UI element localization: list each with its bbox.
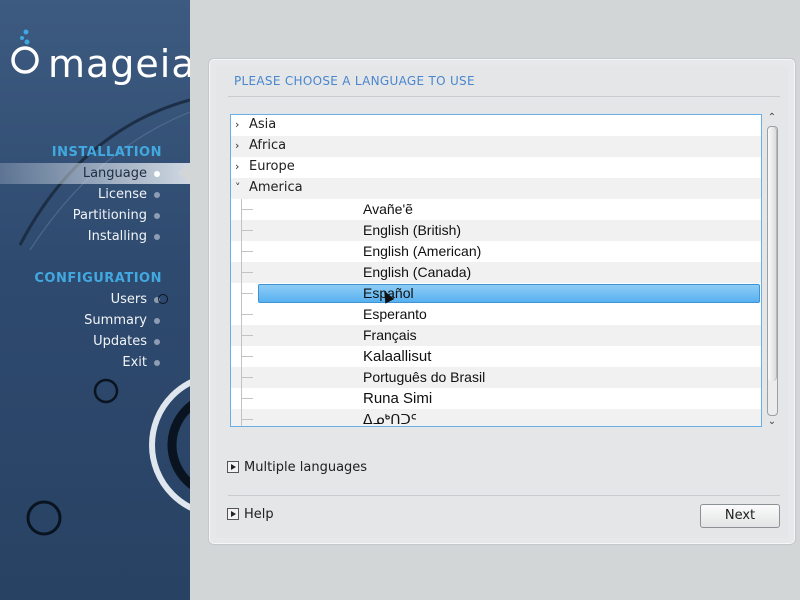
- language-item[interactable]: English (Canada): [231, 262, 761, 283]
- help-label: Help: [244, 507, 274, 522]
- tree-row-label: Africa: [249, 138, 287, 153]
- tree-guide-tick: [241, 335, 253, 336]
- sidebar-item-label: Language: [82, 166, 147, 181]
- expand-triangle-icon[interactable]: [227, 508, 239, 520]
- tree-guide-tick: [241, 272, 253, 273]
- tree-guide-tick: [241, 398, 253, 399]
- language-tree[interactable]: › Asia › Africa › Europe ˅ America Avañe…: [230, 114, 762, 427]
- tree-guide-tick: [241, 293, 253, 294]
- installation-section-title: INSTALLATION: [51, 145, 162, 160]
- bottom-divider: [228, 495, 780, 496]
- page-title: PLEASE CHOOSE A LANGUAGE TO USE: [234, 74, 475, 88]
- tree-guide-tick: [241, 377, 253, 378]
- tree-guide-tick: [241, 251, 253, 252]
- language-item[interactable]: Français: [231, 325, 761, 346]
- tree-guide-tick: [241, 314, 253, 315]
- language-item[interactable]: English (American): [231, 241, 761, 262]
- sidebar-item-label: License: [97, 187, 147, 202]
- logo-mark-icon: [11, 29, 39, 74]
- sidebar-item-exit[interactable]: Exit: [0, 352, 190, 373]
- language-label: ᐃᓄᒃᑎᑐᑦ: [363, 411, 417, 427]
- step-dot-icon: [154, 318, 160, 324]
- language-label: Avañe'ẽ: [363, 201, 413, 217]
- sidebar-item-license[interactable]: License: [0, 184, 190, 205]
- sidebar-item-label: Summary: [84, 313, 147, 328]
- language-label: Português do Brasil: [363, 369, 486, 385]
- sidebar-item-label: Updates: [93, 334, 147, 349]
- sidebar-item-installing[interactable]: Installing: [0, 226, 190, 247]
- mageia-logo: mageia: [10, 28, 190, 88]
- step-dot-icon: [154, 213, 160, 219]
- sidebar-item-label: Users: [110, 292, 147, 307]
- chevron-right-icon[interactable]: ›: [235, 160, 245, 173]
- sidebar-item-label: Installing: [87, 229, 147, 244]
- language-item[interactable]: English (British): [231, 220, 761, 241]
- language-label: Runa Simi: [363, 390, 433, 407]
- sidebar-item-updates[interactable]: Updates: [0, 331, 190, 352]
- tree-guide-tick: [241, 230, 253, 231]
- step-dot-icon: [154, 192, 160, 198]
- scroll-up-icon[interactable]: ⌃: [765, 112, 779, 124]
- language-panel: PLEASE CHOOSE A LANGUAGE TO USE › Asia ›…: [209, 59, 795, 544]
- expand-triangle-icon[interactable]: [227, 461, 239, 473]
- tree-row-label: Europe: [249, 159, 295, 174]
- active-arrow-icon: [178, 163, 190, 183]
- panel-body: PLEASE CHOOSE A LANGUAGE TO USE › Asia ›…: [216, 66, 788, 538]
- step-dot-icon: [154, 339, 160, 345]
- language-item[interactable]: Esperanto: [231, 304, 761, 325]
- tree-row-america[interactable]: ˅ America: [231, 178, 761, 199]
- sidebar-item-partitioning[interactable]: Partitioning: [0, 205, 190, 226]
- language-label: Esperanto: [363, 306, 427, 322]
- tree-guide-line: [241, 409, 242, 426]
- chevron-right-icon[interactable]: ›: [235, 118, 245, 131]
- tree-row-label: Asia: [249, 117, 277, 132]
- tree-row-label: America: [249, 180, 303, 195]
- language-item[interactable]: Português do Brasil: [231, 367, 761, 388]
- sidebar-item-users[interactable]: Users: [0, 289, 190, 310]
- tree-guide-tick: [241, 209, 253, 210]
- sidebar: mageia INSTALLATION Language License Par…: [0, 0, 190, 600]
- language-label: Français: [363, 327, 417, 343]
- language-label: English (American): [363, 243, 482, 259]
- tree-guide-tick: [241, 419, 253, 420]
- language-item[interactable]: Kalaallisut: [231, 346, 761, 367]
- title-divider: [228, 96, 780, 97]
- step-dot-icon: [154, 360, 160, 366]
- tree-row-africa[interactable]: › Africa: [231, 136, 761, 157]
- tree-guide-tick: [241, 356, 253, 357]
- sidebar-item-label: Exit: [122, 355, 147, 370]
- scroll-down-icon[interactable]: ⌄: [765, 416, 779, 428]
- chevron-down-icon[interactable]: ˅: [235, 181, 245, 194]
- language-label: Kalaallisut: [363, 348, 432, 365]
- tree-scrollbar[interactable]: ⌃ ⌄: [765, 112, 779, 428]
- tree-row-asia[interactable]: › Asia: [231, 115, 761, 136]
- language-label: English (Canada): [363, 264, 472, 280]
- tree-row-europe[interactable]: › Europe: [231, 157, 761, 178]
- next-button[interactable]: Next: [700, 504, 780, 528]
- scrollbar-track[interactable]: [767, 126, 778, 416]
- configuration-section-title: CONFIGURATION: [34, 271, 162, 286]
- sidebar-item-label: Partitioning: [72, 208, 147, 223]
- chevron-right-icon[interactable]: ›: [235, 139, 245, 152]
- scrollbar-thumb[interactable]: [768, 127, 777, 381]
- ring-icon: [158, 294, 168, 304]
- language-label: English (British): [363, 222, 462, 238]
- selection-highlight: [258, 284, 760, 303]
- sidebar-item-summary[interactable]: Summary: [0, 310, 190, 331]
- language-item[interactable]: Runa Simi: [231, 388, 761, 409]
- step-dot-icon: [154, 234, 160, 240]
- multiple-languages-label: Multiple languages: [244, 460, 368, 475]
- step-dot-icon: [154, 171, 160, 177]
- language-item-selected[interactable]: Español: [231, 283, 761, 304]
- sidebar-item-language[interactable]: Language: [0, 163, 190, 184]
- logo-text: mageia: [48, 42, 190, 86]
- language-item[interactable]: Avañe'ẽ: [231, 199, 761, 220]
- language-item[interactable]: ᐃᓄᒃᑎᑐᑦ: [231, 409, 761, 427]
